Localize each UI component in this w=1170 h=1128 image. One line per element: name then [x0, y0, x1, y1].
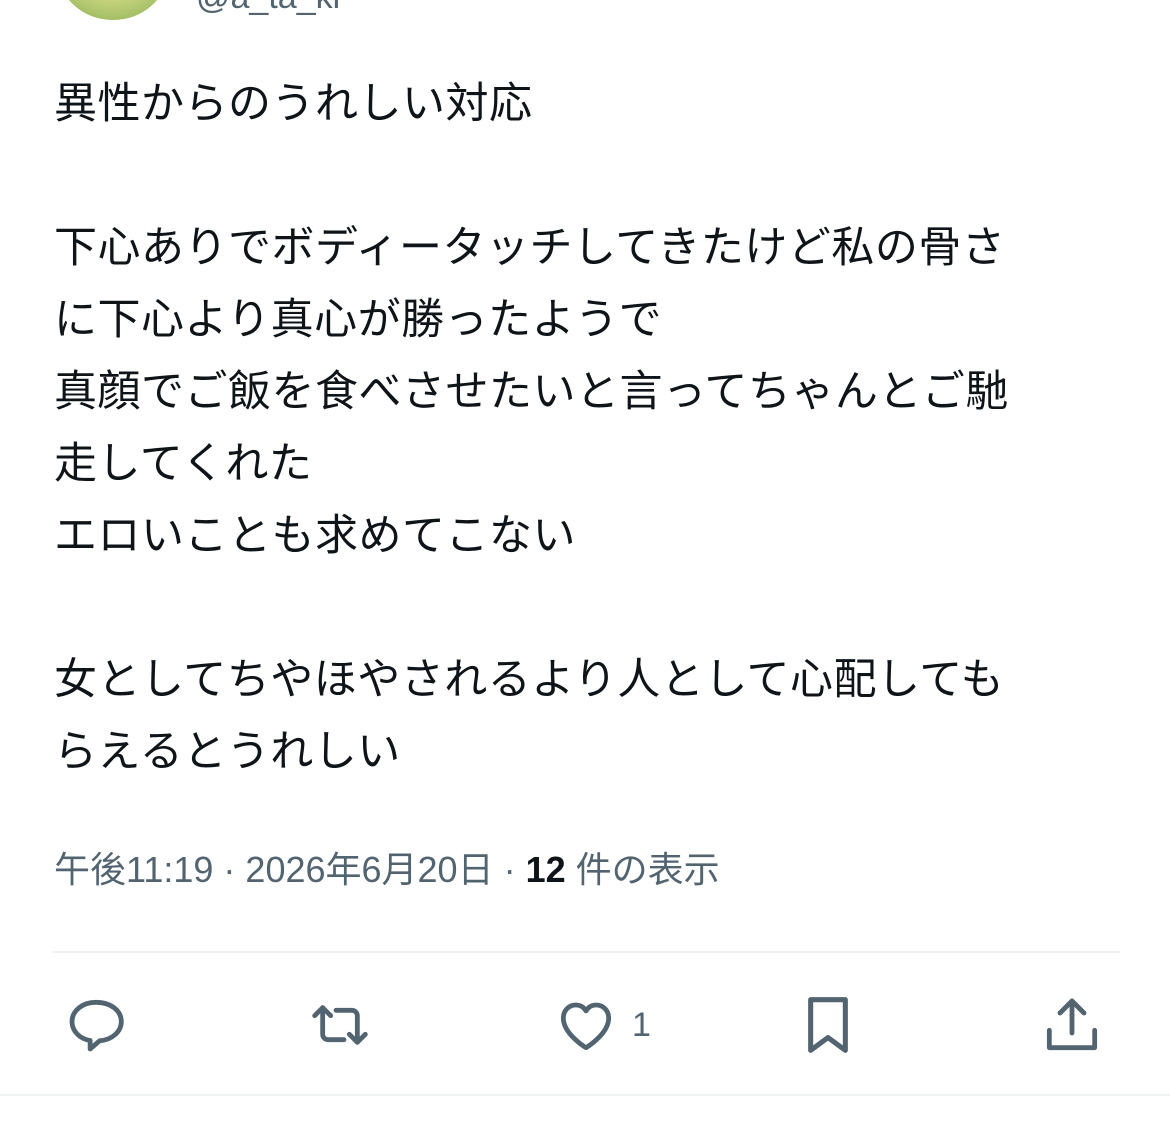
meta-separator: ·: [223, 849, 236, 890]
tweet-text: 異性からのうれしい対応 下心ありでボディータッチしてきたけど私の骨さ に下心より…: [54, 68, 1124, 788]
like-button[interactable]: 1: [554, 990, 651, 1060]
tweet-paragraph: 女としてちやほやされるより人として心配しても らえるとうれしい: [54, 655, 1005, 777]
bookmark-icon: [800, 993, 856, 1057]
tweet-meta: 午後11:19 · 2026年6月20日 · 12 件の表示: [54, 842, 720, 898]
view-label: 件の表示: [575, 849, 720, 890]
divider: [0, 1094, 1170, 1096]
heart-icon: [554, 993, 618, 1057]
tweet-paragraph: 下心ありでボディータッチしてきたけど私の骨さ に下心より真心が勝ったようで 真顔…: [54, 223, 1009, 561]
tweet-paragraph: 異性からのうれしい対応: [54, 79, 533, 129]
tweet-header: @a_ta_ki: [0, 0, 1170, 40]
retweet-button[interactable]: [306, 990, 374, 1060]
bookmark-button[interactable]: [800, 990, 856, 1060]
author-handle[interactable]: @a_ta_ki: [196, 0, 340, 17]
retweet-arrows-icon: [306, 993, 374, 1057]
view-count: 12: [525, 849, 566, 890]
share-button[interactable]: [1040, 990, 1104, 1060]
tweet-date[interactable]: 2026年6月20日: [245, 849, 493, 890]
reply-button[interactable]: [64, 990, 128, 1060]
tweet-time[interactable]: 午後11:19: [54, 849, 213, 890]
speech-bubble-icon: [64, 993, 128, 1057]
tweet-paragraph: [54, 140, 1124, 212]
like-count: 1: [632, 1005, 651, 1044]
tweet-paragraph: [54, 572, 1124, 644]
action-bar: 1: [0, 990, 1170, 1060]
upload-share-icon: [1040, 993, 1104, 1057]
divider: [52, 951, 1120, 953]
avatar[interactable]: [58, 0, 168, 20]
meta-separator: ·: [503, 849, 516, 890]
